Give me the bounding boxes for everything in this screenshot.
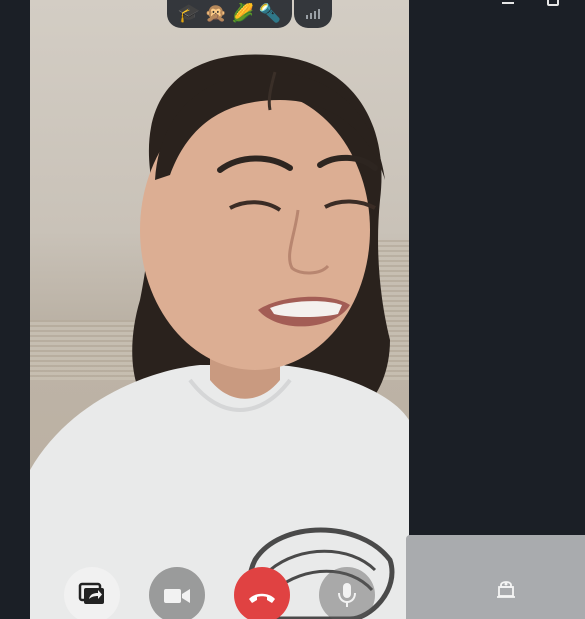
microphone-toggle-button[interactable] [319, 567, 375, 619]
maximize-icon[interactable] [547, 0, 559, 6]
signal-bars-icon[interactable] [294, 0, 332, 28]
emoji-flashlight: 🔦 [258, 3, 282, 24]
emoji-speak-no-evil-monkey: 🙊 [204, 3, 228, 24]
video-call-window: 🎓 🙊 🌽 🔦 [0, 0, 585, 619]
microphone-icon [338, 583, 356, 607]
emoji-corn: 🌽 [231, 3, 255, 24]
remote-video-feed: 🎓 🙊 🌽 🔦 [30, 0, 409, 619]
camera-off-icon [497, 581, 515, 598]
screen-share-icon [78, 582, 104, 604]
camera-toggle-button[interactable] [149, 567, 205, 619]
screen-share-button[interactable] [64, 567, 120, 619]
remote-participant-image [30, 54, 409, 619]
video-camera-icon [164, 589, 190, 603]
hang-up-button[interactable] [234, 567, 290, 619]
minimize-icon[interactable] [502, 2, 514, 4]
phone-hangup-icon [249, 593, 275, 603]
self-preview-tile[interactable] [406, 535, 585, 619]
emoji-graduation-cap: 🎓 [177, 3, 201, 24]
encryption-emoji-key[interactable]: 🎓 🙊 🌽 🔦 [167, 0, 292, 28]
